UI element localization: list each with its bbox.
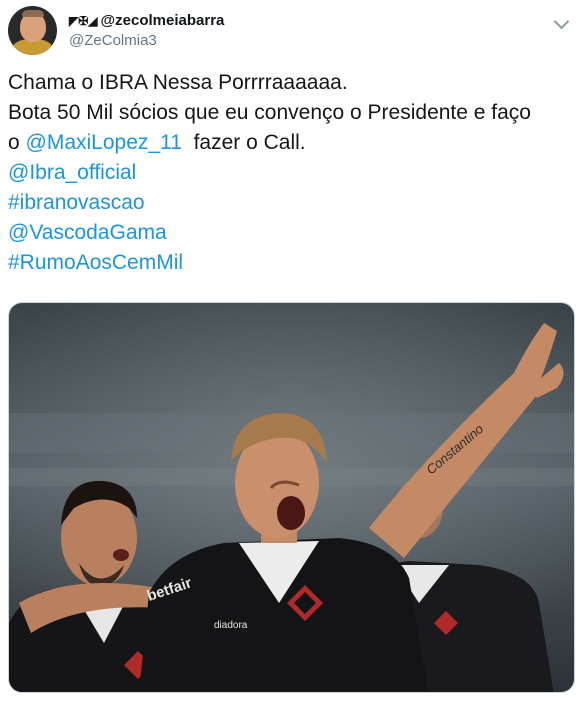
football-photo: Constantino betfair diadora — [9, 303, 574, 692]
tweet-line-2: Bota 50 Mil sócios que eu convenço o Pre… — [8, 101, 531, 124]
user-handle[interactable]: @ZeColmia3 — [69, 32, 224, 49]
display-name-text: @zecolmeiabarra — [100, 12, 225, 29]
tweet-line-1: Chama o IBRA Nessa Porrrraaaaaa. — [8, 71, 348, 94]
tweet-text: Chama o IBRA Nessa Porrrraaaaaa. Bota 50… — [8, 68, 578, 278]
mention-ibra-official[interactable]: @Ibra_official — [8, 161, 136, 184]
shirt-brand-text: diadora — [214, 620, 248, 631]
avatar-hair — [22, 10, 44, 17]
tweet-media-photo[interactable]: Constantino betfair diadora — [8, 302, 575, 693]
mention-maxilopez[interactable]: @MaxiLopez_11 — [26, 131, 182, 154]
user-names[interactable]: ◤✠◢ @zecolmeiabarra @ZeColmia3 — [69, 12, 224, 49]
tweet-line-3: o @MaxiLopez_11 fazer o Call. — [8, 128, 578, 158]
mention-vascodagama[interactable]: @VascodaGama — [8, 221, 167, 244]
flag-glyphs: ◤✠◢ — [69, 13, 98, 28]
display-name[interactable]: ◤✠◢ @zecolmeiabarra — [69, 12, 224, 29]
avatar[interactable] — [8, 6, 57, 55]
tweet-line-3-prefix: o — [8, 131, 20, 154]
tweet-header: ◤✠◢ @zecolmeiabarra @ZeColmia3 — [8, 6, 575, 58]
hashtag-ibranovascao[interactable]: #ibranovascao — [8, 191, 145, 214]
chevron-down-icon[interactable] — [553, 13, 570, 30]
hashtag-rumoaoscemmil[interactable]: #RumoAosCemMil — [8, 251, 183, 274]
tweet-line-3-suffix: fazer o Call. — [193, 131, 306, 154]
